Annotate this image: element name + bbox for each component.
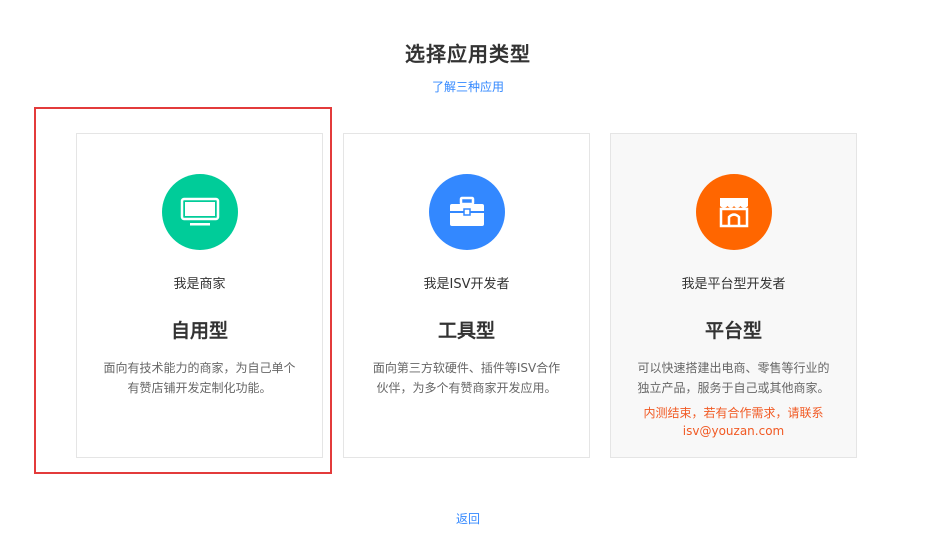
tool-icon-circle (429, 174, 505, 250)
card-description: 面向有技术能力的商家，为自己单个 有赞店铺开发定制化功能。 (97, 358, 302, 398)
card-description: 可以快速搭建出电商、零售等行业的 独立产品，服务于自己或其他商家。 (631, 358, 836, 398)
app-type-card-tool[interactable]: 我是ISV开发者 工具型 面向第三方软硬件、插件等ISV合作 伙伴，为多个有赞商… (343, 133, 590, 458)
card-role-label: 我是平台型开发者 (681, 277, 786, 292)
notice-line: 内测结束，若有合作需求，请联系 (643, 406, 824, 420)
card-description-line: 可以快速搭建出电商、零售等行业的 (637, 361, 830, 375)
card-description: 面向第三方软硬件、插件等ISV合作 伙伴，为多个有赞商家开发应用。 (364, 358, 569, 398)
card-description-line: 伙伴，为多个有赞商家开发应用。 (376, 381, 557, 395)
platform-icon-circle (696, 174, 772, 250)
app-type-card-self-use[interactable]: 我是商家 自用型 面向有技术能力的商家，为自己单个 有赞店铺开发定制化功能。 (76, 133, 323, 458)
self-use-icon-circle (162, 174, 238, 250)
app-type-selection-page: 选择应用类型 了解三种应用 我是商家 自用型 面向有技术能力的商家，为自己单个 … (0, 0, 936, 545)
card-role-label: 我是ISV开发者 (423, 277, 510, 292)
page-title: 选择应用类型 (405, 42, 531, 66)
monitor-icon (180, 197, 220, 226)
card-description-line: 面向有技术能力的商家，为自己单个 (103, 361, 296, 375)
learn-app-types-link[interactable]: 了解三种应用 (0, 78, 936, 95)
briefcase-icon (450, 196, 484, 226)
card-type-name: 工具型 (437, 320, 495, 342)
app-type-card-platform: 我是平台型开发者 平台型 可以快速搭建出电商、零售等行业的 独立产品，服务于自己… (610, 133, 857, 458)
back-link[interactable]: 返回 (0, 510, 936, 527)
card-type-name: 自用型 (170, 320, 228, 342)
closed-beta-notice: 内测结束，若有合作需求，请联系 isv@youzan.com (631, 404, 836, 440)
card-role-label: 我是商家 (173, 277, 226, 292)
card-description-line: 面向第三方软硬件、插件等ISV合作 (372, 361, 561, 375)
card-description-line: 独立产品，服务于自己或其他商家。 (637, 381, 830, 395)
card-description-line: 有赞店铺开发定制化功能。 (127, 381, 272, 395)
contact-email: isv@youzan.com (682, 424, 785, 438)
card-type-name: 平台型 (704, 320, 762, 342)
storefront-icon (719, 198, 749, 228)
